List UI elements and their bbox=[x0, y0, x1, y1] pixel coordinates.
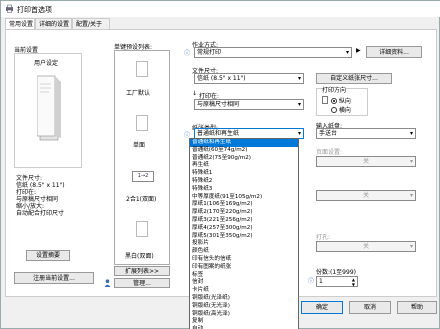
dropdown-option[interactable]: 普通纸和再生纸 bbox=[190, 139, 298, 147]
printing-preferences-window: 打印首选项 常用设置 详细的设置 配置/关于 当前设置 用户设定 文件尺寸: 信… bbox=[0, 0, 440, 329]
page-single-icon bbox=[136, 61, 148, 77]
chevron-down-icon: ▾ bbox=[409, 192, 413, 199]
summary-line: 打印在: bbox=[16, 189, 37, 196]
page-setting-label: 页面设置: bbox=[316, 149, 343, 156]
dropdown-option[interactable]: 铜版纸(无光泽) bbox=[190, 303, 298, 311]
punch-value: 关 bbox=[362, 243, 369, 250]
staple-select[interactable]: 关 ▾ bbox=[316, 190, 416, 201]
dropdown-option[interactable]: 印有信头的信纸 bbox=[190, 256, 298, 264]
orientation-label: 打印方向 bbox=[322, 85, 347, 94]
dropdown-option[interactable]: 颜色纸 bbox=[190, 248, 298, 256]
page-setting-value: 关 bbox=[362, 158, 369, 165]
summary-line: 文件尺寸: bbox=[16, 175, 43, 182]
portrait-page-icon bbox=[322, 96, 328, 104]
chevron-down-icon: ▾ bbox=[297, 101, 301, 108]
chevron-down-icon: ▾ bbox=[409, 158, 413, 165]
preset-item[interactable]: 单面 bbox=[115, 107, 169, 157]
custom-paper-size-button[interactable]: 自定义纸张尺寸... bbox=[316, 73, 392, 84]
chevron-down-icon: ▾ bbox=[409, 130, 413, 137]
chevron-down-icon: ▾ bbox=[345, 49, 349, 56]
dropdown-option[interactable]: 厚纸4(257至300g/m2) bbox=[190, 225, 298, 233]
copies-label: 份数:(1至999) bbox=[316, 269, 356, 276]
document-size-select[interactable]: 信纸 (8.5" x 11") ▾ bbox=[194, 73, 304, 84]
expand-list-button[interactable]: 扩展列表>> bbox=[114, 266, 170, 276]
dropdown-option[interactable]: 铜版纸(高光泽) bbox=[190, 311, 298, 319]
punch-label: 打孔: bbox=[316, 234, 331, 241]
ok-button[interactable]: 确定 bbox=[301, 301, 343, 314]
current-setting-preview: 用户设定 bbox=[14, 53, 82, 168]
summary-line: 信纸 (8.5" x 11") bbox=[16, 182, 65, 189]
input-tray-value: 手送台 bbox=[319, 130, 338, 137]
dropdown-option[interactable]: 特殊纸3 bbox=[190, 186, 298, 194]
staple-value: 关 bbox=[362, 192, 369, 199]
help-button[interactable]: 帮助 bbox=[397, 301, 437, 314]
summary-line: 缩小/放大: bbox=[16, 203, 45, 210]
spinner-icon[interactable]: ▲ ▼ bbox=[352, 277, 355, 287]
info-icon: ⓘ bbox=[184, 50, 191, 57]
dropdown-option[interactable]: 复制 bbox=[190, 318, 298, 326]
document-preview-image bbox=[36, 74, 63, 144]
paper-type-value: 普通纸和再生纸 bbox=[197, 130, 240, 137]
job-type-select[interactable]: 常规打印 ▾ bbox=[194, 47, 352, 58]
dropdown-option[interactable]: 标签 bbox=[190, 272, 298, 280]
details-button[interactable]: 详细资料... bbox=[366, 46, 422, 58]
preset-item[interactable]: 黑白(双面) bbox=[115, 215, 169, 265]
preset-label: 2合1(双面) bbox=[126, 196, 157, 203]
dropdown-option[interactable]: 信封 bbox=[190, 279, 298, 287]
chevron-down-icon: ▾ bbox=[297, 75, 301, 82]
summary-line: 与原稿尺寸相同 bbox=[16, 196, 59, 203]
dropdown-option[interactable]: 卡片纸 bbox=[190, 287, 298, 295]
info-icon: ⓘ bbox=[308, 278, 315, 285]
cancel-button[interactable]: 取消 bbox=[349, 301, 391, 314]
orientation-option: 纵向 bbox=[338, 98, 351, 105]
one-click-preset-list: 工厂默认 单面 1→2 2合1(双面) 黑白(双面) bbox=[114, 50, 170, 265]
input-tray-select[interactable]: 手送台 ▾ bbox=[316, 128, 416, 139]
printer-icon bbox=[5, 4, 14, 13]
dropdown-option[interactable]: 特殊纸1 bbox=[190, 170, 298, 178]
orientation-option: 横向 bbox=[338, 107, 351, 114]
user-icon bbox=[104, 279, 111, 287]
window-title: 打印首选项 bbox=[17, 6, 52, 14]
preset-item[interactable]: 1→2 2合1(双面) bbox=[115, 161, 169, 213]
copies-input[interactable]: 1 ▲ ▼ bbox=[316, 276, 358, 287]
user-setting-label: 用户设定 bbox=[34, 60, 59, 67]
page-duplex-icon bbox=[136, 221, 148, 237]
paper-type-dropdown-list[interactable]: 普通纸和再生纸 普通纸(60至74g/m2) 普通纸2(75至90g/m2) 再… bbox=[189, 138, 299, 329]
manage-button[interactable]: 管理... bbox=[114, 278, 170, 288]
dropdown-option[interactable]: 厚纸3(221至256g/m2) bbox=[190, 217, 298, 225]
arrow-down-icon: ↓ bbox=[192, 90, 198, 97]
dropdown-option[interactable]: 厚纸2(170至220g/m2) bbox=[190, 209, 298, 217]
current-setting-summary: 文件尺寸: 信纸 (8.5" x 11") 打印在: 与原稿尺寸相同 缩小/放大… bbox=[16, 175, 65, 217]
dropdown-option[interactable]: 普通纸(60至74g/m2) bbox=[190, 147, 298, 155]
orientation-portrait-radio[interactable]: 纵向 bbox=[331, 96, 351, 105]
page-single-icon bbox=[136, 115, 148, 131]
document-size-value: 信纸 (8.5" x 11") bbox=[197, 75, 246, 82]
preset-label: 工厂默认 bbox=[126, 90, 151, 97]
arrow-right-icon: ▶ bbox=[356, 47, 361, 54]
dropdown-option[interactable]: 印有图案的纸张 bbox=[190, 264, 298, 272]
print-on-select[interactable]: 与原稿尺寸相同 ▾ bbox=[194, 99, 304, 110]
register-current-settings-button[interactable]: 注册当前设置... bbox=[14, 272, 94, 284]
page-setting-select[interactable]: 关 ▾ bbox=[316, 156, 416, 167]
print-on-value: 与原稿尺寸相同 bbox=[197, 101, 240, 108]
punch-select[interactable]: 关 ▾ bbox=[316, 241, 416, 252]
dropdown-option[interactable]: 铜版纸(光泽纸) bbox=[190, 295, 298, 303]
two-in-one-icon: 1→2 bbox=[132, 171, 154, 182]
orientation-group: 打印方向 纵向 横向 bbox=[316, 85, 368, 116]
orientation-landscape-radio[interactable]: 横向 bbox=[331, 105, 351, 114]
setting-summary-button[interactable]: 设置摘要 bbox=[26, 250, 70, 261]
summary-line: 自动配合打印尺寸 bbox=[16, 210, 65, 217]
copies-value: 1 bbox=[319, 278, 323, 285]
preset-item[interactable]: 工厂默认 bbox=[115, 53, 169, 105]
title-bar: 打印首选项 bbox=[1, 1, 440, 17]
dropdown-option[interactable]: 特殊纸2 bbox=[190, 178, 298, 186]
preset-label: 单面 bbox=[133, 142, 146, 149]
chevron-down-icon: ▾ bbox=[409, 243, 413, 250]
dropdown-option[interactable]: 厚纸1(106至169g/m2) bbox=[190, 201, 298, 209]
job-type-value: 常规打印 bbox=[197, 49, 222, 56]
preset-label: 黑白(双面) bbox=[125, 253, 154, 260]
dropdown-option[interactable]: 投影片 bbox=[190, 240, 298, 248]
